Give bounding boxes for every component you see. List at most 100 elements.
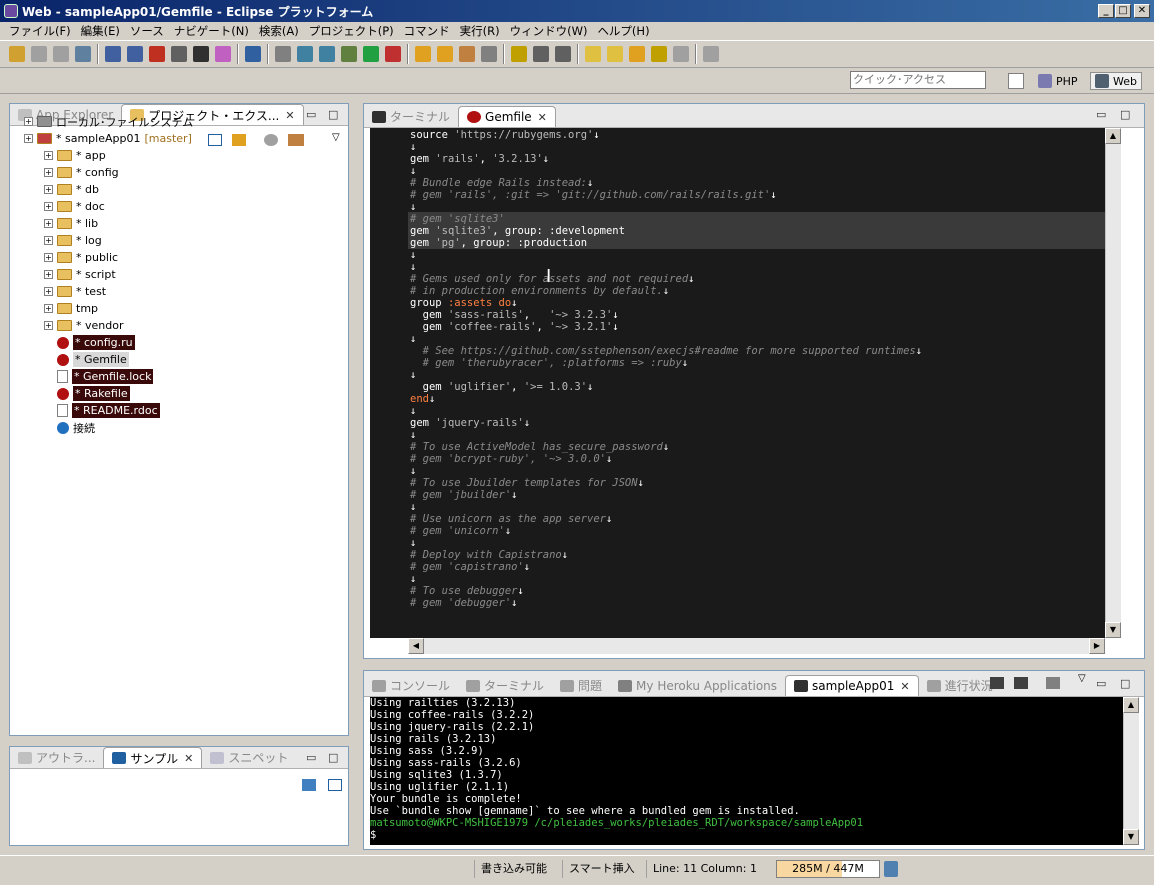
- toolbar-button-icon[interactable]: [415, 46, 431, 62]
- tab-gemfile[interactable]: Gemfile ✕: [458, 106, 556, 127]
- minimize-button[interactable]: _: [1098, 4, 1114, 18]
- expand-icon[interactable]: +: [44, 270, 53, 279]
- maximize-view-icon[interactable]: □: [328, 108, 338, 121]
- view-menu-icon[interactable]: [288, 134, 304, 146]
- close-tab-icon[interactable]: ✕: [900, 680, 909, 693]
- toolbar-button-icon[interactable]: [53, 46, 69, 62]
- tab-terminal[interactable]: ターミナル: [364, 106, 458, 127]
- toolbar-button-icon[interactable]: [629, 46, 645, 62]
- menu-item[interactable]: 実行(R): [455, 23, 505, 39]
- toolbar-button-icon[interactable]: [193, 46, 209, 62]
- minimize-view-icon[interactable]: ▭: [1096, 677, 1106, 690]
- menu-item[interactable]: ソース: [125, 23, 169, 39]
- perspective-php[interactable]: PHP: [1038, 72, 1078, 90]
- toolbar-button-icon[interactable]: [75, 46, 91, 62]
- tab-heroku-applications[interactable]: My Heroku Applications: [610, 675, 785, 696]
- collapse-all-icon[interactable]: [328, 779, 342, 791]
- toolbar-button-icon[interactable]: [341, 46, 357, 62]
- tab-problems[interactable]: 問題: [552, 675, 610, 696]
- tab-terminal[interactable]: ターミナル: [458, 675, 552, 696]
- tab-console[interactable]: コンソール: [364, 675, 458, 696]
- tree-item[interactable]: * Rakefile: [44, 385, 130, 402]
- garbage-collect-icon[interactable]: [884, 861, 898, 877]
- tree-item[interactable]: + tmp: [44, 300, 98, 317]
- toolbar-button-icon[interactable]: [245, 46, 261, 62]
- tree-item[interactable]: + * db: [44, 181, 99, 198]
- minimize-editor-icon[interactable]: ▭: [1096, 108, 1106, 121]
- tree-item[interactable]: * config.ru: [44, 334, 135, 351]
- toolbar-button-icon[interactable]: [149, 46, 165, 62]
- tree-item[interactable]: * Gemfile.lock: [44, 368, 154, 385]
- maximize-view-icon[interactable]: □: [328, 751, 338, 764]
- filter-icon[interactable]: [264, 134, 278, 146]
- scroll-right-icon[interactable]: ▶: [1089, 638, 1105, 654]
- expand-icon[interactable]: +: [44, 253, 53, 262]
- toolbar-button-icon[interactable]: [385, 46, 401, 62]
- editor-vertical-scrollbar[interactable]: [1105, 128, 1121, 638]
- chevron-down-icon[interactable]: ▽: [1078, 673, 1086, 684]
- tree-item[interactable]: + * sampleApp01 [master]: [24, 130, 192, 147]
- toolbar-button-icon[interactable]: [275, 46, 291, 62]
- heap-status[interactable]: 285M / 447M: [776, 860, 880, 878]
- editor-horizontal-scrollbar[interactable]: [408, 638, 1105, 654]
- tab-snippets[interactable]: スニペット: [202, 747, 296, 768]
- toolbar-button-icon[interactable]: [459, 46, 475, 62]
- toolbar-button-icon[interactable]: [363, 46, 379, 62]
- tab-outline[interactable]: アウトラ...: [10, 747, 103, 768]
- toolbar-button-icon[interactable]: [651, 46, 667, 62]
- menu-item[interactable]: ファイル(F): [4, 23, 76, 39]
- scroll-up-icon[interactable]: ▲: [1105, 128, 1121, 144]
- tree-item[interactable]: 接続: [44, 419, 95, 436]
- expand-icon[interactable]: +: [44, 151, 53, 160]
- menu-item[interactable]: 検索(A): [254, 23, 304, 39]
- quick-access-input[interactable]: [850, 71, 986, 89]
- toolbar-button-icon[interactable]: [171, 46, 187, 62]
- scroll-down-icon[interactable]: ▼: [1105, 622, 1121, 638]
- toolbar-button-icon[interactable]: [215, 46, 231, 62]
- tab-samples[interactable]: サンプル ✕: [103, 747, 203, 768]
- tree-item[interactable]: + * public: [44, 249, 118, 266]
- toolbar-button-icon[interactable]: [607, 46, 623, 62]
- scroll-left-icon[interactable]: ◀: [408, 638, 424, 654]
- tab-sampleapp01[interactable]: sampleApp01 ✕: [785, 675, 919, 696]
- menu-item[interactable]: コマンド: [399, 23, 455, 39]
- tree-item[interactable]: + ローカル･ファイルシステム: [24, 113, 193, 130]
- toolbar-button-icon[interactable]: [555, 46, 571, 62]
- toolbar-button-icon[interactable]: [319, 46, 335, 62]
- minimize-view-icon[interactable]: ▭: [306, 751, 316, 764]
- expand-icon[interactable]: +: [24, 117, 33, 126]
- menu-item[interactable]: ナビゲート(N): [169, 23, 254, 39]
- scroll-up-icon[interactable]: ▲: [1123, 697, 1139, 713]
- toolbar-button-icon[interactable]: [585, 46, 601, 62]
- toolbar-button-icon[interactable]: [127, 46, 143, 62]
- menu-item[interactable]: ヘルプ(H): [592, 23, 654, 39]
- toolbar-button-icon[interactable]: [533, 46, 549, 62]
- menu-item[interactable]: プロジェクト(P): [304, 23, 399, 39]
- expand-icon[interactable]: +: [44, 321, 53, 330]
- toolbar-button-icon[interactable]: [297, 46, 313, 62]
- expand-icon[interactable]: +: [44, 219, 53, 228]
- close-tab-icon[interactable]: ✕: [285, 109, 294, 122]
- close-tab-icon[interactable]: ✕: [184, 752, 193, 765]
- maximize-editor-icon[interactable]: □: [1120, 108, 1130, 121]
- tab-progress[interactable]: 進行状況: [919, 675, 1001, 696]
- perspective-web[interactable]: Web: [1090, 72, 1142, 90]
- toolbar-button-icon[interactable]: [9, 46, 25, 62]
- toolbar-button-icon[interactable]: [703, 46, 719, 62]
- import-sample-icon[interactable]: [302, 779, 316, 791]
- toolbar-button-icon[interactable]: [511, 46, 527, 62]
- toolbar-button-icon[interactable]: [105, 46, 121, 62]
- tree-item[interactable]: * README.rdoc: [44, 402, 160, 419]
- open-perspective-icon[interactable]: [1008, 73, 1024, 89]
- tree-item[interactable]: * Gemfile: [44, 351, 129, 368]
- terminal-options-icon[interactable]: [1014, 677, 1028, 689]
- tree-item[interactable]: + * test: [44, 283, 106, 300]
- toolbar-button-icon[interactable]: [673, 46, 689, 62]
- close-button[interactable]: ✕: [1134, 4, 1150, 18]
- disconnect-icon[interactable]: [1046, 677, 1060, 689]
- toolbar-button-icon[interactable]: [481, 46, 497, 62]
- tree-item[interactable]: + * lib: [44, 215, 98, 232]
- close-tab-icon[interactable]: ✕: [538, 111, 547, 124]
- scroll-down-icon[interactable]: ▼: [1123, 829, 1139, 845]
- expand-icon[interactable]: +: [44, 287, 53, 296]
